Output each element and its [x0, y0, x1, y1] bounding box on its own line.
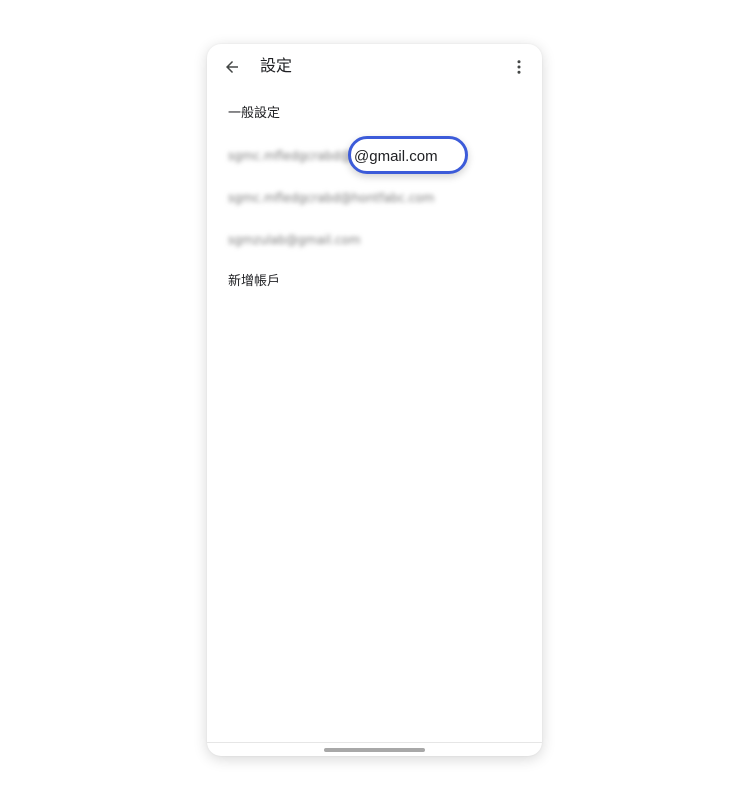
arrow-back-icon [226, 61, 238, 73]
more-options-button[interactable] [506, 52, 532, 82]
more-vert-icon [517, 60, 521, 74]
account-item-3[interactable]: sgmzulab@gmail.com [228, 231, 361, 249]
home-indicator[interactable] [324, 748, 425, 752]
app-bar: 設定 [207, 44, 542, 88]
general-settings-item[interactable]: 一般設定 [228, 105, 280, 123]
highlight-email-domain: @gmail.com [354, 148, 438, 165]
back-button[interactable] [217, 52, 247, 82]
page-title: 設定 [260, 56, 293, 75]
navigation-bar-divider [207, 742, 542, 743]
add-account-item[interactable]: 新增帳戶 [228, 273, 280, 291]
account-highlight-callout: @gmail.com [348, 136, 468, 174]
settings-screen: 設定 一般設定 sgmc.mfledgcrabd@gmail.com sgmc.… [207, 44, 542, 756]
account-item-2[interactable]: sgmc.mfledgcrabd@hontfabc.com [228, 189, 434, 207]
